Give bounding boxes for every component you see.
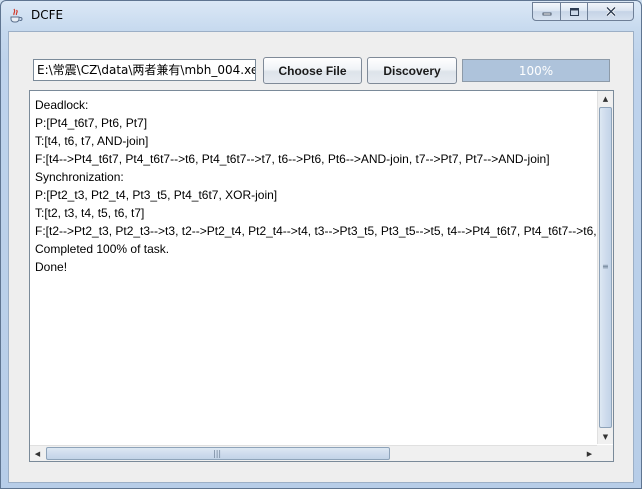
window-title: DCFE <box>31 8 64 22</box>
output-line: Done! <box>35 260 68 274</box>
output-text-area[interactable]: Deadlock: P:[Pt4_t6t7, Pt6, Pt7] T:[t4, … <box>31 92 597 444</box>
app-window: DCFE E:\常震\CZ\data\两者兼有\mbh_004.xes Choo… <box>0 0 642 489</box>
progress-label: 100% <box>518 63 554 78</box>
output-line: Completed 100% of task. <box>35 242 170 256</box>
output-line: P:[Pt4_t6t7, Pt6, Pt7] <box>35 116 148 130</box>
minimize-button[interactable] <box>532 2 561 21</box>
java-icon <box>10 8 23 23</box>
grip-icon: ≡ <box>602 262 609 271</box>
content-panel: E:\常震\CZ\data\两者兼有\mbh_004.xes Choose Fi… <box>8 31 634 483</box>
close-icon <box>605 6 616 17</box>
scroll-down-arrow-icon[interactable]: ▼ <box>598 429 613 444</box>
horizontal-scroll-thumb[interactable]: ||| <box>46 447 390 460</box>
minimize-icon <box>542 12 551 15</box>
vertical-scroll-thumb[interactable]: ≡ <box>599 107 612 428</box>
scroll-right-arrow-icon[interactable]: ▶ <box>582 446 597 461</box>
output-line: F:[t2-->Pt2_t3, Pt2_t3-->t3, t2-->Pt2_t4… <box>35 224 597 238</box>
vertical-scrollbar[interactable]: ▲ ≡ ▼ <box>597 91 613 444</box>
output-line: Deadlock: <box>35 98 89 112</box>
choose-file-button[interactable]: Choose File <box>263 57 362 84</box>
output-line: F:[t4-->Pt4_t6t7, Pt4_t6t7-->t6, Pt4_t6t… <box>35 152 550 166</box>
output-scroll-pane[interactable]: Deadlock: P:[Pt4_t6t7, Pt6, Pt7] T:[t4, … <box>29 90 614 462</box>
title-bar[interactable]: DCFE <box>1 1 641 31</box>
discovery-button[interactable]: Discovery <box>367 57 457 84</box>
output-line: T:[t4, t6, t7, AND-join] <box>35 134 149 148</box>
maximize-icon <box>569 7 579 16</box>
scroll-up-arrow-icon[interactable]: ▲ <box>598 91 613 106</box>
scroll-corner <box>597 445 613 461</box>
output-line: T:[t2, t3, t4, t5, t6, t7] <box>35 206 145 220</box>
output-line: Synchronization: <box>35 170 124 184</box>
horizontal-scrollbar[interactable]: ◀ ||| ▶ <box>30 445 597 461</box>
grip-icon: ||| <box>213 449 222 458</box>
close-button[interactable] <box>587 2 634 21</box>
maximize-button[interactable] <box>560 2 588 21</box>
output-line: P:[Pt2_t3, Pt2_t4, Pt3_t5, Pt4_t6t7, XOR… <box>35 188 278 202</box>
scroll-left-arrow-icon[interactable]: ◀ <box>30 446 45 461</box>
progress-bar: 100% <box>462 59 610 82</box>
file-path-field[interactable]: E:\常震\CZ\data\两者兼有\mbh_004.xes <box>33 59 256 81</box>
